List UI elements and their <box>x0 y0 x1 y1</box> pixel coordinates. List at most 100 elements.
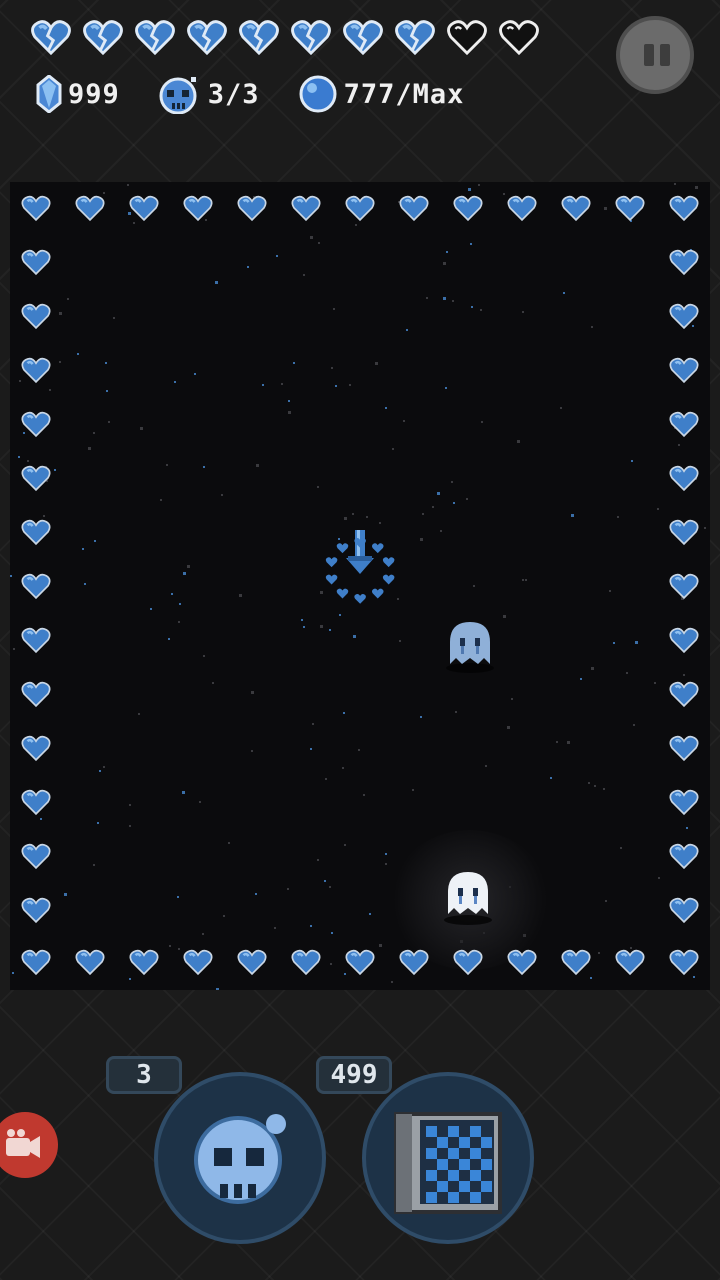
star <box>203 466 205 468</box>
star <box>522 311 524 313</box>
star <box>633 724 635 726</box>
star <box>349 384 351 386</box>
health-hearts <box>28 16 542 58</box>
blue-heart-icon <box>291 949 321 976</box>
star <box>183 572 186 575</box>
star <box>177 896 179 898</box>
star <box>94 540 96 542</box>
star <box>318 242 320 244</box>
star <box>88 447 91 450</box>
star <box>256 464 259 467</box>
star <box>403 420 405 422</box>
blue-heart-icon <box>507 195 537 222</box>
broken-heart-icon <box>291 20 331 56</box>
star <box>103 766 105 768</box>
blue-heart-icon <box>21 195 51 222</box>
blue-heart-icon <box>669 789 699 816</box>
blue-heart-icon <box>129 949 159 976</box>
star <box>635 641 638 644</box>
star <box>363 794 365 796</box>
star <box>470 243 472 245</box>
star <box>603 788 605 790</box>
star <box>169 945 171 947</box>
star <box>40 818 42 820</box>
empty-heart-icon <box>447 20 487 56</box>
star <box>59 361 61 363</box>
blue-heart-icon <box>291 195 321 222</box>
pause-button[interactable] <box>616 16 694 94</box>
white-ghost-icon[interactable] <box>438 866 498 926</box>
blue-heart-icon <box>237 949 267 976</box>
star <box>160 499 162 501</box>
star <box>550 777 552 779</box>
star <box>391 981 393 983</box>
star <box>182 791 185 794</box>
star <box>325 778 327 780</box>
blue-heart-icon <box>21 949 51 976</box>
star <box>54 469 56 471</box>
star <box>437 492 440 495</box>
star <box>317 859 319 861</box>
star <box>239 594 242 597</box>
star <box>93 432 95 434</box>
star <box>10 575 12 577</box>
orb-count: 777/Max <box>343 78 465 110</box>
star <box>654 682 656 684</box>
star <box>674 183 676 185</box>
star <box>617 516 619 518</box>
blue-heart-icon <box>183 195 213 222</box>
blue-heart-icon <box>75 949 105 976</box>
heart-ring-sword-icon <box>325 530 395 604</box>
star <box>522 579 524 581</box>
star <box>333 308 335 310</box>
star <box>251 691 254 694</box>
broken-heart-icon <box>135 20 175 56</box>
star <box>331 367 333 369</box>
blue-heart-icon <box>669 519 699 546</box>
star <box>591 667 594 670</box>
star <box>335 385 337 387</box>
star <box>179 603 181 605</box>
star <box>301 619 303 621</box>
blue-heart-icon <box>21 681 51 708</box>
star <box>480 309 482 311</box>
star <box>178 621 180 623</box>
star <box>385 863 387 865</box>
crystal-icon <box>36 75 62 113</box>
skull-stat: 3/3 <box>158 74 260 114</box>
star <box>64 893 67 896</box>
star <box>171 593 173 595</box>
blue-heart-icon <box>21 465 51 492</box>
star <box>620 847 622 849</box>
star <box>203 655 205 657</box>
star <box>108 421 110 423</box>
star <box>412 789 414 791</box>
skull-ability-button[interactable] <box>154 1072 326 1244</box>
blue-heart-icon <box>21 735 51 762</box>
star <box>567 741 570 744</box>
skull-count: 3/3 <box>207 78 260 110</box>
blue-heart-icon <box>21 357 51 384</box>
blue-heart-icon <box>399 195 429 222</box>
ring-heart-icon <box>371 543 384 554</box>
record-button[interactable] <box>0 1112 58 1178</box>
star <box>481 421 483 423</box>
star <box>339 614 341 616</box>
orb-stat: 777/Max <box>298 74 465 114</box>
ring-heart-icon <box>325 557 338 568</box>
ring-heart-icon <box>371 588 384 599</box>
star <box>355 224 357 226</box>
broken-heart-icon <box>395 20 435 56</box>
star <box>525 579 527 581</box>
star <box>82 548 84 550</box>
blue-ghost-icon[interactable] <box>440 618 500 678</box>
star <box>276 255 278 257</box>
game-arena[interactable] <box>10 182 710 990</box>
star <box>12 972 14 974</box>
star <box>588 782 590 784</box>
star <box>517 440 520 443</box>
star <box>281 383 283 385</box>
scroll-ability-button[interactable] <box>362 1072 534 1244</box>
star <box>560 407 562 409</box>
star <box>228 842 230 844</box>
